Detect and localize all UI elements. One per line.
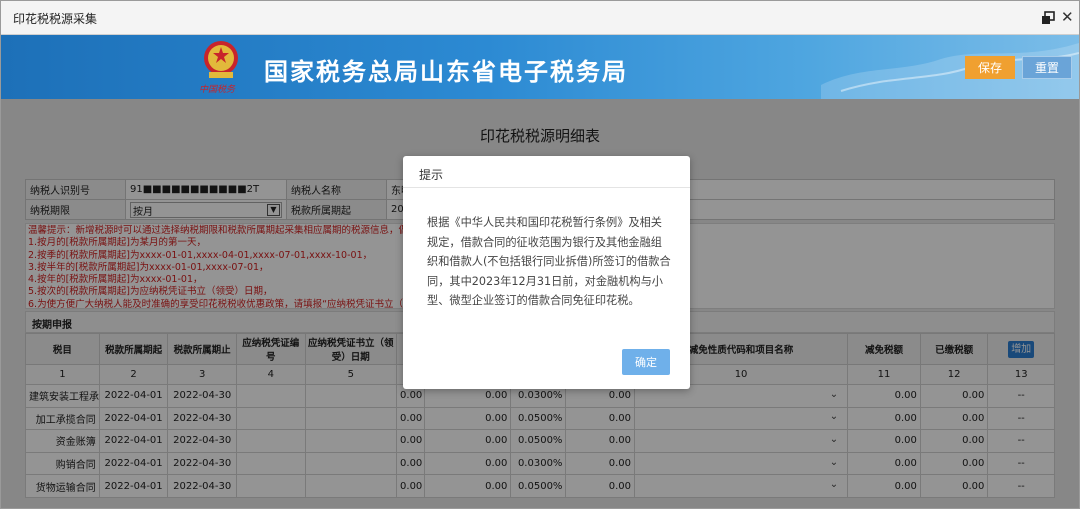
- notice-dialog: 提示 根据《中华人民共和国印花税暂行条例》及相关规定，借款合同的征收范围为银行及…: [403, 156, 690, 389]
- window-title: 印花税税源采集: [13, 12, 98, 26]
- reset-button[interactable]: 重置: [1022, 56, 1072, 79]
- save-button[interactable]: 保存: [965, 56, 1015, 79]
- confirm-button[interactable]: 确定: [622, 349, 670, 375]
- restore-icon[interactable]: [1041, 11, 1055, 25]
- national-emblem-icon: [204, 41, 238, 78]
- org-name: 国家税务总局山东省电子税务局: [264, 58, 628, 86]
- seal-text: 中国税务: [199, 85, 236, 95]
- dialog-title: 提示: [403, 156, 690, 188]
- dialog-message: 根据《中华人民共和国印花税暂行条例》及相关规定，借款合同的征收范围为银行及其他金…: [427, 216, 671, 307]
- window-titlebar: 印花税税源采集 ✕: [1, 1, 1079, 35]
- close-icon[interactable]: ✕: [1061, 8, 1074, 26]
- site-banner: 中国税务 国家税务总局山东省电子税务局 保存 重置: [1, 35, 1079, 99]
- app-window: 印花税税源采集 ✕ 中国税务 国家税务总局山东省电子税务局 保存 重置 印花税税…: [0, 0, 1080, 509]
